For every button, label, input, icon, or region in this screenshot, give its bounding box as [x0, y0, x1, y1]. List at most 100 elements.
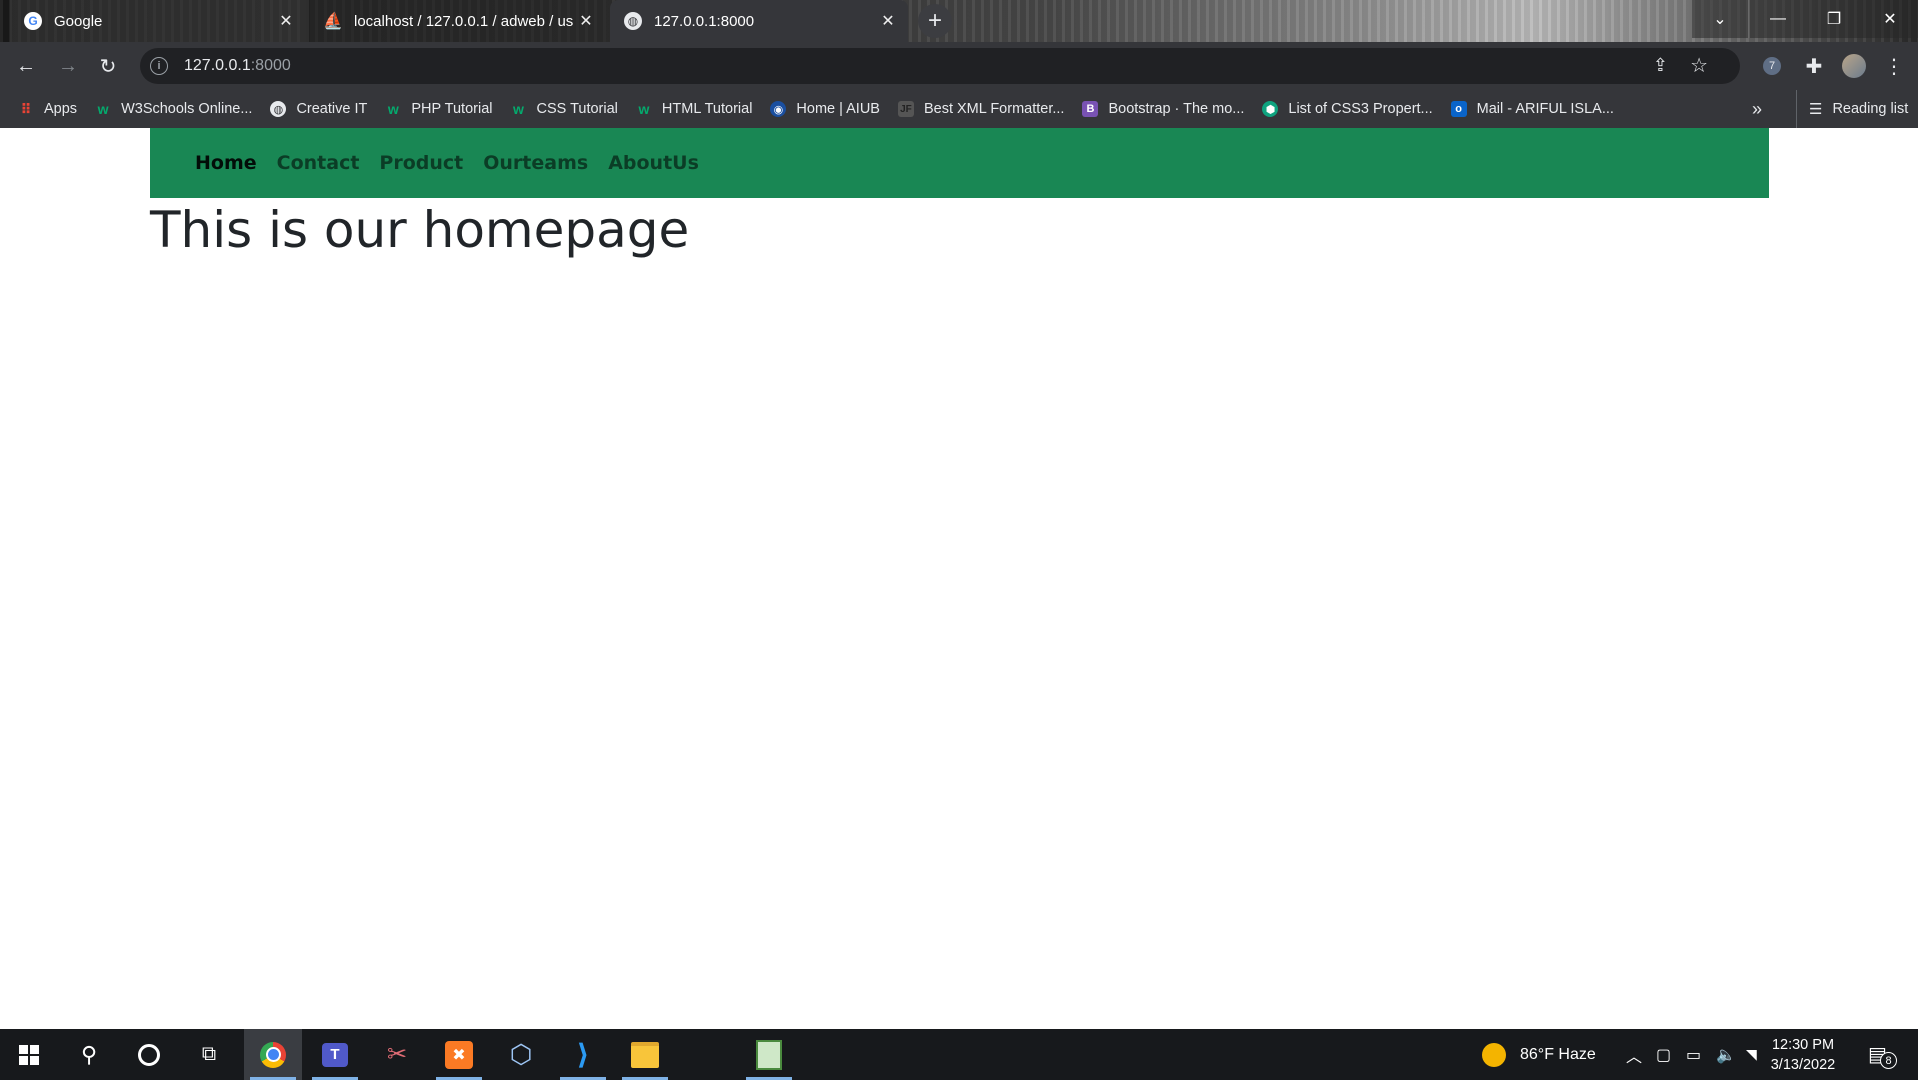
wifi-icon: ◥ [1746, 1046, 1757, 1062]
extension-button[interactable]: 7 [1758, 52, 1786, 80]
bookmark-php-tutorial[interactable]: w PHP Tutorial [385, 101, 493, 117]
extensions-button[interactable]: ✚ [1800, 52, 1828, 80]
reload-icon: ↻ [99, 55, 117, 78]
nav-link-product[interactable]: Product [379, 152, 463, 174]
cortana-icon [138, 1043, 160, 1066]
bookmark-apps[interactable]: ⠿ Apps [18, 101, 78, 118]
tab-phpmyadmin[interactable]: ⛵ localhost / 127.0.0.1 / adweb / us ✕ [310, 0, 606, 42]
weather-haze-icon [1482, 1042, 1506, 1067]
tab-google[interactable]: G Google ✕ [10, 0, 306, 42]
taskbar-snipping[interactable]: ✂ [368, 1029, 426, 1080]
show-hidden-icons-button[interactable]: ︿ [1626, 1029, 1642, 1080]
star-icon[interactable]: ☆ [1690, 53, 1708, 78]
windows-taskbar: ⚲ ⧉ T ✂ ✖ ⬡ ⟩ 86°F Haze ︿ ▢ ▭ 🔈 ◥ 12:30 … [0, 1029, 1918, 1080]
bookmark-html-tutorial[interactable]: w HTML Tutorial [636, 101, 752, 117]
extension-badge-icon: 7 [1763, 57, 1781, 75]
tab-localhost-8000[interactable]: ◍ 127.0.0.1:8000 ✕ [610, 0, 908, 42]
restore-button[interactable]: ❐ [1806, 0, 1862, 38]
nav-link-home[interactable]: Home [195, 152, 257, 174]
close-icon: ✕ [1883, 11, 1897, 28]
share-icon[interactable]: ⇪ [1653, 55, 1668, 76]
site-navbar: Home Contact Product Ourteams AboutUs [150, 128, 1769, 198]
cortana-button[interactable] [120, 1029, 178, 1080]
nav-link-contact[interactable]: Contact [277, 152, 360, 174]
bookmark-css3-properties[interactable]: ⬢ List of CSS3 Propert... [1262, 101, 1433, 117]
taskbar-file-explorer[interactable] [616, 1029, 674, 1080]
bookmark-label: Bootstrap · The mo... [1108, 101, 1245, 117]
taskbar-xampp[interactable]: ✖ [430, 1029, 488, 1080]
battery-button[interactable]: ▭ [1686, 1029, 1701, 1080]
bookmark-xml-formatter[interactable]: JF Best XML Formatter... [897, 101, 1064, 117]
forward-button[interactable]: → [54, 52, 82, 80]
reading-list-label: Reading list [1832, 101, 1909, 117]
close-window-button[interactable]: ✕ [1862, 0, 1918, 38]
weather-widget[interactable]: 86°F Haze [1482, 1029, 1596, 1080]
close-icon[interactable]: ✕ [276, 11, 296, 31]
tab-title: 127.0.0.1:8000 [654, 12, 755, 30]
page-title: This is our homepage [150, 201, 690, 259]
task-view-button[interactable]: ⧉ [180, 1029, 238, 1080]
taskbar-virtualbox[interactable]: ⬡ [492, 1029, 550, 1080]
profile-button[interactable] [1840, 52, 1868, 80]
reading-list-button[interactable]: ☰ Reading list [1796, 90, 1908, 128]
w3schools-icon: w [387, 101, 399, 117]
volume-button[interactable]: 🔈 [1716, 1029, 1736, 1080]
windows-icon [19, 1044, 39, 1065]
bookmark-label: W3Schools Online... [121, 101, 253, 117]
folder-icon [631, 1041, 659, 1068]
bookmark-label: PHP Tutorial [411, 101, 493, 117]
address-host: 127.0.0.1 [184, 57, 251, 74]
network-button[interactable]: ◥ [1746, 1029, 1757, 1080]
meet-now-button[interactable]: ▢ [1656, 1029, 1671, 1080]
action-center-button[interactable]: ▤ 8 [1868, 1029, 1897, 1080]
bookmark-label: Mail - ARIFUL ISLA... [1476, 101, 1614, 117]
w3schools-icon: w [638, 101, 650, 117]
back-button[interactable]: ← [12, 52, 40, 80]
w3schools-icon: w [513, 101, 524, 117]
bookmark-label: List of CSS3 Propert... [1288, 101, 1433, 117]
globe-icon: ◍ [624, 12, 642, 30]
taskbar-chrome[interactable] [244, 1029, 302, 1080]
bookmark-creative-it[interactable]: ◍ Creative IT [270, 101, 367, 117]
taskbar-teams[interactable]: T [306, 1029, 364, 1080]
taskbar-clock[interactable]: 12:30 PM 3/13/2022 [1758, 1035, 1848, 1075]
arrow-left-icon: ← [16, 54, 36, 77]
bookmark-aiub[interactable]: ◉ Home | AIUB [770, 101, 880, 117]
aiub-icon: ◉ [770, 101, 787, 117]
address-bar[interactable]: i 127.0.0.1:8000 ⇪ ☆ [140, 48, 1740, 84]
minimize-button[interactable]: — [1750, 0, 1806, 38]
meet-now-icon: ▢ [1656, 1046, 1672, 1064]
search-button[interactable]: ⚲ [60, 1029, 118, 1080]
nav-link-aboutus[interactable]: AboutUs [608, 152, 699, 174]
bookmark-label: Apps [44, 101, 78, 117]
tab-title: localhost / 127.0.0.1 / adweb / us [354, 12, 574, 30]
bookmark-w3schools[interactable]: w W3Schools Online... [95, 101, 253, 117]
minimize-icon: — [1770, 10, 1786, 27]
start-button[interactable] [0, 1029, 58, 1080]
bookmarks-overflow-button[interactable]: » [1752, 90, 1762, 128]
bookmark-label: Creative IT [296, 101, 368, 117]
close-icon[interactable]: ✕ [878, 11, 898, 31]
bookmark-css-tutorial[interactable]: w CSS Tutorial [511, 101, 618, 117]
new-tab-button[interactable]: + [918, 4, 952, 38]
clock-time: 12:30 PM [1771, 1037, 1835, 1053]
cube-icon: ⬡ [509, 1039, 533, 1069]
taskbar-notepad[interactable] [740, 1029, 798, 1080]
clock-date: 3/13/2022 [1770, 1057, 1836, 1073]
tab-search-button[interactable]: ⌄ [1692, 0, 1748, 38]
reload-button[interactable]: ↻ [94, 52, 122, 80]
bookmark-label: CSS Tutorial [536, 101, 618, 117]
bookmark-bootstrap[interactable]: B Bootstrap · The mo... [1082, 101, 1244, 117]
snipping-tool-icon: ✂ [386, 1041, 408, 1068]
bookmark-mail[interactable]: o Mail - ARIFUL ISLA... [1450, 101, 1614, 117]
menu-button[interactable]: ⋮ [1880, 52, 1908, 80]
teams-icon: T [322, 1042, 348, 1067]
taskbar-vscode[interactable]: ⟩ [554, 1029, 612, 1080]
close-icon[interactable]: ✕ [576, 11, 596, 31]
address-port: :8000 [250, 57, 291, 74]
battery-icon: ▭ [1686, 1046, 1702, 1064]
nav-link-ourteams[interactable]: Ourteams [483, 152, 588, 174]
info-icon[interactable]: i [150, 57, 168, 75]
bootstrap-icon: B [1082, 101, 1099, 117]
reading-list-icon: ☰ [1809, 101, 1823, 118]
